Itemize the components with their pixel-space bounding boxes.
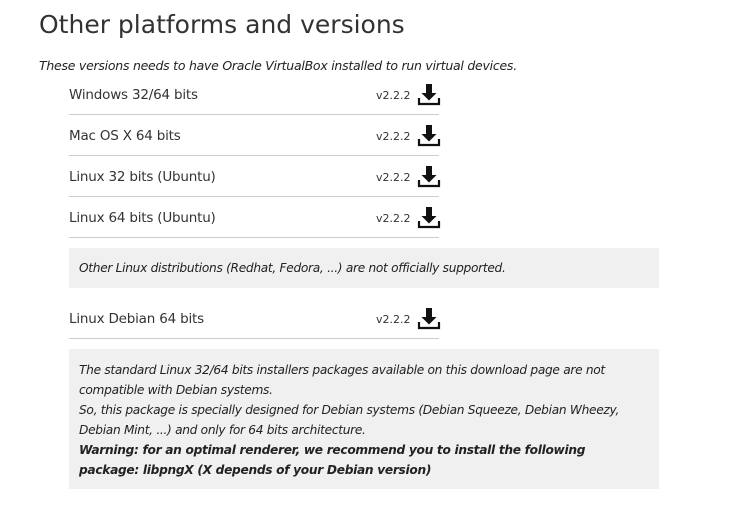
platform-name: Linux Debian 64 bits (69, 311, 204, 327)
version-label: v2.2.2 (376, 130, 411, 143)
linux-support-notice: Other Linux distributions (Redhat, Fedor… (69, 248, 659, 288)
download-row-linux-64: Linux 64 bits (Ubuntu) v2.2.2 (69, 198, 441, 238)
download-icon[interactable] (417, 82, 441, 106)
debian-package-text: So, this package is specially designed f… (79, 403, 620, 437)
download-row-windows: Windows 32/64 bits v2.2.2 (69, 75, 441, 115)
platform-name: Windows 32/64 bits (69, 87, 198, 103)
download-icon[interactable] (417, 164, 441, 188)
platform-name: Mac OS X 64 bits (69, 128, 181, 144)
download-icon[interactable] (417, 123, 441, 147)
platforms-intro: These versions needs to have Oracle Virt… (39, 58, 517, 73)
platform-name: Linux 32 bits (Ubuntu) (69, 169, 216, 185)
debian-compatibility-text: The standard Linux 32/64 bits installers… (79, 363, 605, 397)
download-icon[interactable] (417, 205, 441, 229)
platform-name: Linux 64 bits (Ubuntu) (69, 210, 216, 226)
version-label: v2.2.2 (376, 89, 411, 102)
version-label: v2.2.2 (376, 171, 411, 184)
version-label: v2.2.2 (376, 212, 411, 225)
version-label: v2.2.2 (376, 313, 411, 326)
download-row-debian: Linux Debian 64 bits v2.2.2 (69, 299, 441, 339)
debian-notice: The standard Linux 32/64 bits installers… (69, 349, 659, 489)
debian-warning-text: Warning: for an optimal renderer, we rec… (79, 443, 586, 477)
download-row-mac: Mac OS X 64 bits v2.2.2 (69, 116, 441, 156)
page-title: Other platforms and versions (39, 10, 405, 39)
download-icon[interactable] (417, 306, 441, 330)
download-row-linux-32: Linux 32 bits (Ubuntu) v2.2.2 (69, 157, 441, 197)
linux-support-text: Other Linux distributions (Redhat, Fedor… (79, 261, 506, 275)
